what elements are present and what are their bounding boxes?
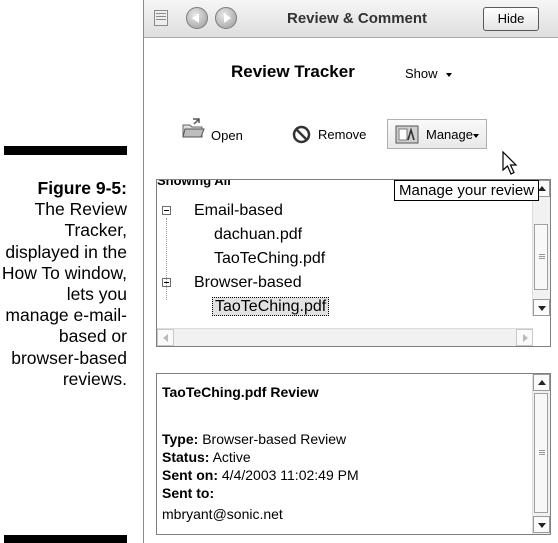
detail-recipient: mbryant@sonic.net <box>162 506 283 522</box>
list-item[interactable]: TaoTeChing.pdf <box>214 250 325 268</box>
tree-group-label: Email-based <box>194 202 283 219</box>
caption-text: The Review Tracker, displayed in the How… <box>1 199 127 389</box>
forward-arrow-icon <box>224 13 231 23</box>
caption-rule-top <box>4 146 127 155</box>
show-dropdown[interactable]: Show <box>405 66 452 81</box>
chevron-down-icon <box>538 523 546 528</box>
detail-type-value: Browser-based Review <box>202 431 347 447</box>
list-item-selected[interactable]: TaoTeChing.pdf <box>212 297 330 316</box>
detail-status-value: Active <box>212 449 251 465</box>
remove-label: Remove <box>318 127 367 142</box>
panel-title: Review & Comment <box>287 10 428 27</box>
manage-button[interactable]: Manage <box>387 119 487 149</box>
chevron-left-icon <box>163 334 168 342</box>
tree-group-label: Browser-based <box>194 274 302 291</box>
list-item[interactable]: dachuan.pdf <box>214 226 302 244</box>
chevron-down-icon <box>445 72 452 77</box>
scroll-down-button[interactable] <box>533 299 550 316</box>
folder-open-icon <box>182 118 205 138</box>
chevron-down-icon <box>538 306 546 311</box>
prohibited-icon <box>292 125 311 144</box>
detail-status-label: Status: <box>162 449 210 465</box>
scroll-thumb[interactable] <box>534 224 548 290</box>
back-button[interactable] <box>186 7 208 29</box>
details-vertical-scrollbar[interactable] <box>532 374 550 534</box>
detail-sent-to-label: Sent to: <box>162 485 215 501</box>
detail-status: Status: Active <box>162 449 251 465</box>
chevron-up-icon <box>538 380 546 385</box>
chevron-down-icon <box>473 134 479 138</box>
chevron-right-icon <box>523 334 528 342</box>
scroll-up-button[interactable] <box>533 374 550 391</box>
forward-button[interactable] <box>215 7 237 29</box>
list-filter-heading: Showing All <box>157 179 231 188</box>
review-comment-panel: Review & Comment Hide Review Tracker Sho… <box>143 0 558 543</box>
manage-label: Manage <box>426 127 473 142</box>
detail-type-label: Type: <box>162 431 199 447</box>
detail-type: Type: Browser-based Review <box>162 431 346 447</box>
review-list[interactable]: Showing All Email-based dachuan.pdf TaoT… <box>156 179 551 347</box>
selected-file-label: TaoTeChing.pdf <box>212 297 330 316</box>
review-tracker-title: Review Tracker <box>231 62 355 81</box>
show-label: Show <box>405 66 438 81</box>
figure-label: Figure 9-5: <box>37 178 127 198</box>
detail-sent-to: Sent to: <box>162 485 214 501</box>
detail-sent-on-value: 4/4/2003 11:02:49 PM <box>221 467 359 483</box>
mouse-cursor-icon <box>502 151 518 175</box>
caption-rule-bottom <box>4 535 127 543</box>
back-arrow-icon <box>192 13 199 23</box>
figure-caption: Figure 9-5: The Review Tracker, displaye… <box>0 178 127 390</box>
scroll-down-button[interactable] <box>533 516 550 533</box>
open-label: Open <box>211 128 243 143</box>
detail-sent-on-label: Sent on: <box>162 467 218 483</box>
details-title: TaoTeChing.pdf Review <box>162 384 319 400</box>
grid-icon[interactable] <box>154 10 168 26</box>
manage-tooltip: Manage your review <box>394 180 540 201</box>
collapse-icon[interactable] <box>162 278 171 287</box>
collapse-icon[interactable] <box>162 206 171 215</box>
manage-review-icon <box>395 125 419 144</box>
panel-titlebar: Review & Comment Hide <box>144 0 558 38</box>
scroll-left-button[interactable] <box>157 329 174 346</box>
scroll-right-button[interactable] <box>516 329 533 346</box>
chevron-up-icon <box>538 186 546 191</box>
horizontal-scrollbar[interactable] <box>157 328 533 346</box>
review-details: TaoTeChing.pdf Review Type: Browser-base… <box>156 373 551 535</box>
hide-button[interactable]: Hide <box>483 7 539 31</box>
tree-line <box>166 218 167 300</box>
scroll-thumb[interactable] <box>534 393 548 513</box>
detail-sent-on: Sent on: 4/4/2003 11:02:49 PM <box>162 467 359 483</box>
